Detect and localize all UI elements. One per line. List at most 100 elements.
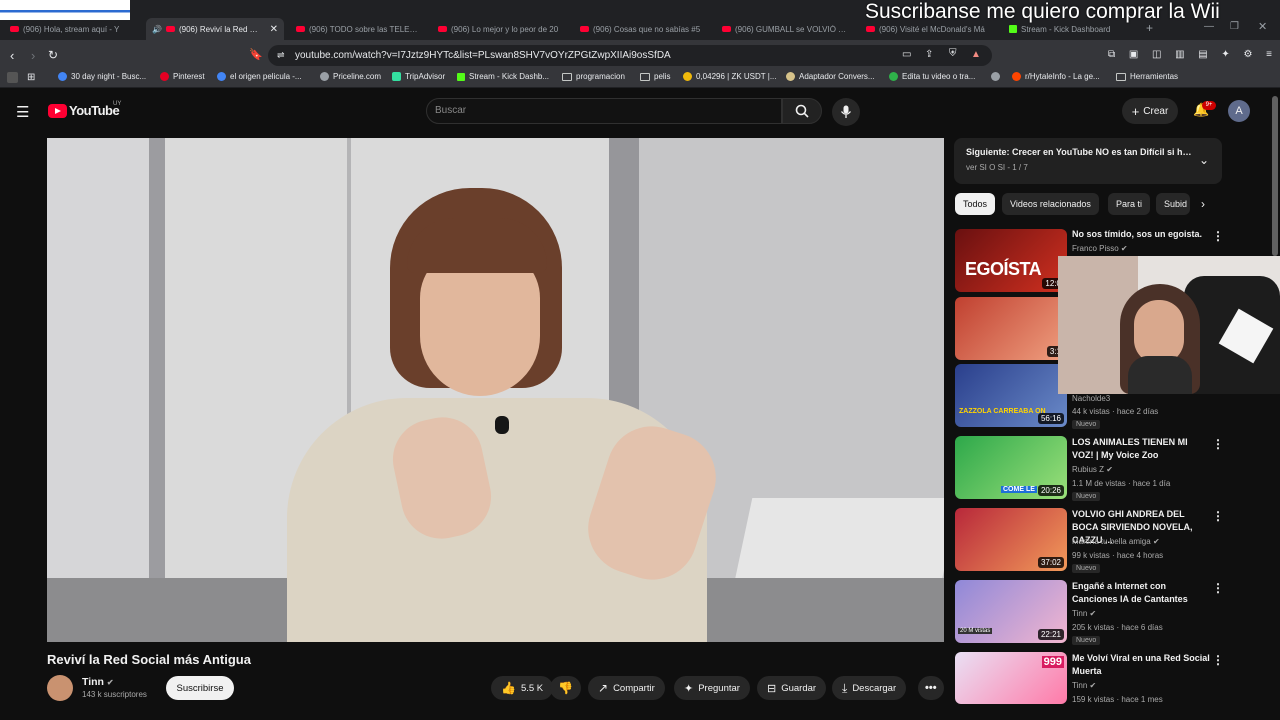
recommended-video-title[interactable]: Engañé a Internet con Canciones IA de Ca… [1072,580,1210,606]
search-button[interactable] [782,98,822,124]
account-avatar[interactable]: A [1228,100,1250,122]
bookmark-item[interactable]: 30 day night - Busc... [58,72,146,81]
browser-tab[interactable]: (906) Hola, stream aquí - Y [4,18,140,40]
ask-button[interactable]: ✦ Preguntar [674,676,750,700]
ai-icon[interactable]: ✦ [1221,49,1229,60]
recommended-video-title[interactable]: Me Volví Viral en una Red Social Muerta [1072,652,1210,678]
browser-tab[interactable]: (906) TODO sobre las TELES D [290,18,426,40]
recommended-channel[interactable]: Tinn ✔ [1072,681,1096,690]
download-button[interactable]: ⤓ Descargar [832,676,907,700]
cast-icon[interactable]: ▭ [902,49,911,60]
back-arrow-icon[interactable]: ‹ [10,48,14,63]
settings-gear-icon[interactable]: ⚙ [1243,49,1252,60]
chevron-right-icon[interactable]: › [1201,197,1205,211]
bookmark-star-icon[interactable]: 🔖 [249,48,263,61]
url-text[interactable]: youtube.com/watch?v=I7Jztz9HYTc&list=PLs… [295,46,671,65]
download-label: Descargar [852,682,897,694]
more-options-icon[interactable]: ⋮ [1212,437,1224,451]
verified-check-icon: ✔ [1120,244,1128,253]
menu-dots-icon[interactable]: ≡ [1266,49,1272,60]
recommended-channel[interactable]: Franco Pisso ✔ [1072,244,1128,253]
extension-puzzle-icon[interactable]: ⧉ [1108,49,1115,60]
shield-icon[interactable]: ⛨ [949,48,957,59]
more-options-icon[interactable]: ⋮ [1212,509,1224,523]
share-button[interactable]: ↗ Compartir [588,676,665,700]
like-button[interactable]: 👍 5.5 K [491,676,554,700]
recommended-video-title[interactable]: No sos tímido, sos un egoista. [1072,228,1210,241]
bookmark-folder[interactable]: programacion [562,72,625,81]
search-input[interactable]: Buscar [426,98,782,124]
extension-icon[interactable]: ◫ [1152,49,1161,60]
video-thumbnail[interactable]: COME LE 20:26 [955,436,1067,499]
voice-search-button[interactable] [832,98,860,126]
bookmark-item[interactable]: Adaptador Convers... [786,72,875,81]
bookmark-item[interactable]: Pinterest [160,72,205,81]
video-thumbnail[interactable]: 37:02 [955,508,1067,571]
chip-todos[interactable]: Todos [955,193,996,215]
reload-icon[interactable]: ↻ [48,48,58,62]
sidebar-icon[interactable]: ▥ [1175,49,1184,60]
video-frame-door-edge [149,138,165,642]
extension-icon[interactable]: ▣ [1129,49,1138,60]
youtube-logo-text[interactable]: YouTube [69,103,120,118]
adblock-icon[interactable]: ▲ [971,49,981,60]
bookmark-item[interactable]: r/HytaleInfo - La ge... [1012,72,1100,81]
browser-tab[interactable]: (906) GUMBALL se VOLVIÓ SO [716,18,854,40]
recommended-channel[interactable]: Rubius Z ✔ [1072,465,1113,474]
apps-icon[interactable] [7,72,18,83]
bookmark-item[interactable]: el origen pelicula -... [217,72,302,81]
bookmark-item[interactable]: Stream - Kick Dashb... [457,72,549,81]
recommended-channel[interactable]: Tinn ✔ [1072,609,1096,618]
video-thumbnail[interactable]: 3:1 [955,297,1067,360]
chevron-down-icon[interactable]: ⌄ [1199,153,1209,167]
chip-para-ti[interactable]: Para ti [1108,193,1151,215]
subscribe-button[interactable]: Suscribirse [166,676,234,700]
chip-subidos[interactable]: Subid [1156,193,1190,215]
playlist-up-next-panel[interactable] [954,138,1222,184]
video-thumbnail[interactable]: EGOÍSTA 12:0 [955,229,1067,292]
video-duration: 20:26 [1037,485,1064,496]
wallet-icon[interactable]: ▤ [1198,49,1207,60]
site-info-icon[interactable]: ⇌ [277,50,285,61]
tab-title: (906) Lo mejor y lo peor de 20 [451,24,559,34]
more-options-icon[interactable]: ⋮ [1212,229,1224,243]
video-duration: 22:21 [1037,629,1064,640]
close-tab-icon[interactable]: ✕ [270,24,278,35]
more-options-icon[interactable]: ⋮ [1212,653,1224,667]
create-button[interactable]: + Crear [1122,98,1178,124]
recommended-channel[interactable]: Nacholde3 [1072,394,1110,403]
share-page-icon[interactable]: ⇪ [925,49,933,60]
bookmark-item[interactable]: 0,04296 | ZK USDT |... [683,72,777,81]
channel-name[interactable]: Tinn ✔ [82,676,114,688]
recommended-video-meta: 159 k vistas · hace 1 mes [1072,695,1163,704]
recommended-video-title[interactable]: LOS ANIMALES TIENEN MI VOZ! | My Voice Z… [1072,436,1210,462]
bookmark-folder[interactable]: Herramientas [1116,72,1178,81]
browser-tab[interactable]: (906) Lo mejor y lo peor de 20 [432,18,570,40]
bookmark-item[interactable]: Priceline.com [320,72,381,81]
bookmark-folder[interactable]: pelis [640,72,670,81]
video-thumbnail[interactable]: 999 [955,652,1067,704]
video-player[interactable] [47,138,944,642]
chip-videos-relacionados[interactable]: Videos relacionados [1002,193,1099,215]
channel-avatar[interactable] [47,675,73,701]
hamburger-menu-icon[interactable]: ☰ [16,103,29,121]
bookmark-item[interactable] [991,72,1000,81]
more-actions-button[interactable]: ••• [918,676,944,700]
bookmark-item[interactable]: TripAdvisor [392,72,445,81]
save-label: Guardar [781,682,817,694]
browser-tab[interactable]: (906) Cosas que no sabías #5 [574,18,712,40]
dislike-button[interactable]: 👎 [550,676,581,700]
save-button[interactable]: ⊟ Guardar [757,676,827,700]
up-next-subtitle: ver SI O SI - 1 / 7 [966,163,1028,172]
grid-icon[interactable]: ⊞ [27,72,35,83]
more-options-icon[interactable]: ⋮ [1212,581,1224,595]
video-thumbnail[interactable]: 20 M vistas 22:21 [955,580,1067,643]
video-thumbnail[interactable]: ZAZZOLA CARREABA ON 56:16 [955,364,1067,427]
person-bangs [407,218,547,273]
tab-title: (906) Cosas que no sabías #5 [593,24,701,34]
page-scrollbar[interactable] [1272,96,1278,256]
forward-arrow-icon[interactable]: › [31,48,35,63]
bookmark-item[interactable]: Edita tu video o tra... [889,72,975,81]
browser-tab-active[interactable]: 🔊 (906) Reviví la Red Soci ✕ [146,18,284,40]
recommended-channel[interactable]: Martina tu bella amiga ✔ [1072,537,1160,546]
